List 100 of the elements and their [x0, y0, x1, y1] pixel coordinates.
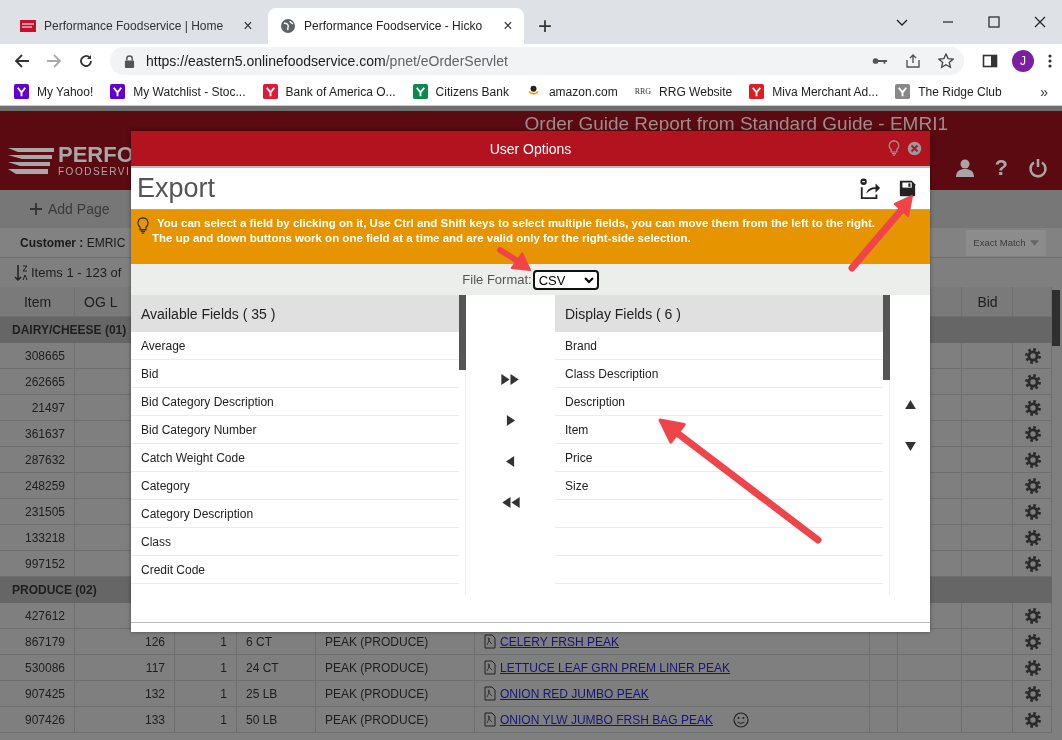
- settings-icon[interactable]: [1023, 710, 1042, 729]
- profile-avatar[interactable]: J: [1012, 50, 1034, 72]
- document-icon[interactable]: [484, 712, 496, 727]
- settings-icon[interactable]: [1023, 450, 1042, 469]
- list-item[interactable]: Description: [555, 388, 883, 416]
- settings-icon[interactable]: [1023, 658, 1042, 677]
- table-row[interactable]: 907426 133 1 50 LB PEAK (PRODUCE) ONION YLW JUMBO FRSH BAG PEAK: [0, 707, 1052, 733]
- more-bookmarks-button[interactable]: »: [1040, 83, 1048, 100]
- share-icon[interactable]: [905, 53, 921, 69]
- items-count: Items 1 - 123 of: [31, 265, 122, 280]
- scrollbar-thumb[interactable]: [883, 295, 890, 380]
- group-heading: DAIRY/CHEESE (01): [12, 323, 127, 337]
- description-link[interactable]: CELERY FRSH PEAK: [500, 634, 619, 649]
- customer-label: Customer : EMRIC: [20, 235, 126, 250]
- move-all-right-icon[interactable]: [501, 374, 520, 385]
- globe-icon: [280, 18, 296, 34]
- bookmark-link[interactable]: My Yahoo!: [14, 84, 94, 99]
- list-item[interactable]: Price: [555, 444, 883, 472]
- reload-icon[interactable]: [78, 53, 94, 69]
- bookmark-link[interactable]: amazon.com: [525, 84, 618, 99]
- settings-icon[interactable]: [1023, 502, 1042, 521]
- lightbulb-icon[interactable]: [887, 140, 901, 156]
- bookmark-link[interactable]: My Watchlist - Stoc...: [110, 84, 246, 99]
- forward-icon[interactable]: [46, 53, 62, 69]
- menu-icon[interactable]: [1048, 53, 1052, 69]
- table-row[interactable]: 907425 132 1 25 LB PEAK (PRODUCE) ONION RED JUMBO PEAK: [0, 681, 1052, 707]
- table-cell: PEAK (PRODUCE): [325, 686, 429, 701]
- list-item[interactable]: Category Description: [131, 500, 459, 528]
- close-tab-button[interactable]: ×: [500, 17, 516, 35]
- column-header[interactable]: Item: [0, 287, 75, 316]
- table-cell: 1: [220, 686, 227, 701]
- settings-icon[interactable]: [1023, 346, 1042, 365]
- browser-tab[interactable]: Performance Foodservice - Hicko ×: [268, 8, 524, 44]
- new-tab-button[interactable]: +: [538, 14, 552, 38]
- settings-icon[interactable]: [1023, 684, 1042, 703]
- power-icon[interactable]: [1028, 158, 1048, 178]
- close-icon[interactable]: [1034, 16, 1046, 28]
- list-item[interactable]: Catch Weight Code: [131, 444, 459, 472]
- description-link[interactable]: LETTUCE LEAF GRN PREM LINER PEAK: [500, 660, 731, 675]
- sidebar-icon[interactable]: [982, 53, 998, 69]
- document-icon[interactable]: [484, 686, 496, 701]
- settings-icon[interactable]: [1023, 606, 1042, 625]
- table-cell: 907425: [24, 686, 65, 701]
- list-item[interactable]: Category: [131, 472, 459, 500]
- bookmark-link[interactable]: Citizens Bank: [412, 84, 509, 99]
- dialog-title: User Options: [489, 140, 572, 157]
- list-item[interactable]: Bid: [131, 360, 459, 388]
- table-cell: 25 LB: [246, 686, 278, 701]
- move-left-icon[interactable]: [506, 456, 515, 467]
- instruction-text: You can select a field by clicking on it, Use Ctrl and Shift keys to select multiple fields, you can move them from the left to the right.: [157, 216, 876, 231]
- settings-icon[interactable]: [1023, 632, 1042, 651]
- move-down-icon[interactable]: [904, 442, 916, 451]
- column-header[interactable]: Bid: [962, 287, 1013, 316]
- sort-icon[interactable]: [14, 263, 28, 282]
- list-item[interactable]: Size: [555, 472, 883, 500]
- list-item[interactable]: Average: [131, 332, 459, 360]
- close-tab-button[interactable]: ×: [240, 17, 256, 35]
- settings-icon[interactable]: [1023, 372, 1042, 391]
- bookmark-link[interactable]: RRG RRG Website: [634, 84, 733, 99]
- file-format-select[interactable]: CSV: [532, 269, 599, 290]
- export-icon[interactable]: [859, 177, 881, 200]
- save-icon[interactable]: [899, 180, 916, 197]
- settings-icon[interactable]: [1023, 554, 1042, 573]
- star-icon[interactable]: [938, 53, 954, 69]
- description-link[interactable]: ONION RED JUMBO PEAK: [500, 686, 649, 701]
- settings-icon[interactable]: [1023, 424, 1042, 443]
- settings-icon[interactable]: [1023, 476, 1042, 495]
- document-icon[interactable]: [484, 660, 496, 675]
- user-icon[interactable]: [954, 158, 975, 178]
- list-item[interactable]: Bid Category Description: [131, 388, 459, 416]
- move-all-left-icon[interactable]: [501, 497, 520, 508]
- browser-tab[interactable]: Performance Foodservice | Home ×: [8, 8, 264, 44]
- document-icon[interactable]: [484, 634, 496, 649]
- table-cell: 1: [220, 660, 227, 675]
- list-item[interactable]: Credit Code: [131, 556, 459, 584]
- list-item[interactable]: Class: [131, 528, 459, 556]
- scrollbar-thumb[interactable]: [1052, 290, 1060, 346]
- smiley-icon[interactable]: [732, 711, 749, 728]
- table-cell: 133: [144, 712, 165, 727]
- table-cell: 6 CT: [246, 634, 272, 649]
- move-right-icon[interactable]: [506, 415, 515, 426]
- bookmark-link[interactable]: The Ridge Club: [895, 84, 1002, 99]
- list-heading: Display Fields ( 6 ): [555, 295, 883, 332]
- help-button[interactable]: ?: [994, 155, 1008, 181]
- table-cell: 132: [144, 686, 165, 701]
- bookmark-link[interactable]: Bank of America O...: [262, 84, 396, 99]
- annotation-arrow: [497, 247, 531, 271]
- address-field[interactable]: https://eastern5.onlinefoodservice.com/pnet/eOrderServlet: [110, 47, 964, 75]
- back-icon[interactable]: [14, 53, 30, 69]
- table-row[interactable]: 530086 117 1 24 CT PEAK (PRODUCE) LETTUCE LEAF GRN PREM LINER PEAK: [0, 655, 1052, 681]
- list-item[interactable]: Class Description: [555, 360, 883, 388]
- bookmark-link[interactable]: Miva Merchant Ad...: [749, 84, 879, 99]
- maximize-icon[interactable]: [988, 16, 1000, 28]
- list-item[interactable]: Bid Category Number: [131, 416, 459, 444]
- scrollbar-thumb[interactable]: [459, 295, 466, 370]
- settings-icon[interactable]: [1023, 528, 1042, 547]
- move-up-icon[interactable]: [904, 400, 916, 409]
- settings-icon[interactable]: [1023, 398, 1042, 417]
- list-item[interactable]: Brand: [555, 332, 883, 360]
- description-link[interactable]: ONION YLW JUMBO FRSH BAG PEAK: [500, 712, 713, 727]
